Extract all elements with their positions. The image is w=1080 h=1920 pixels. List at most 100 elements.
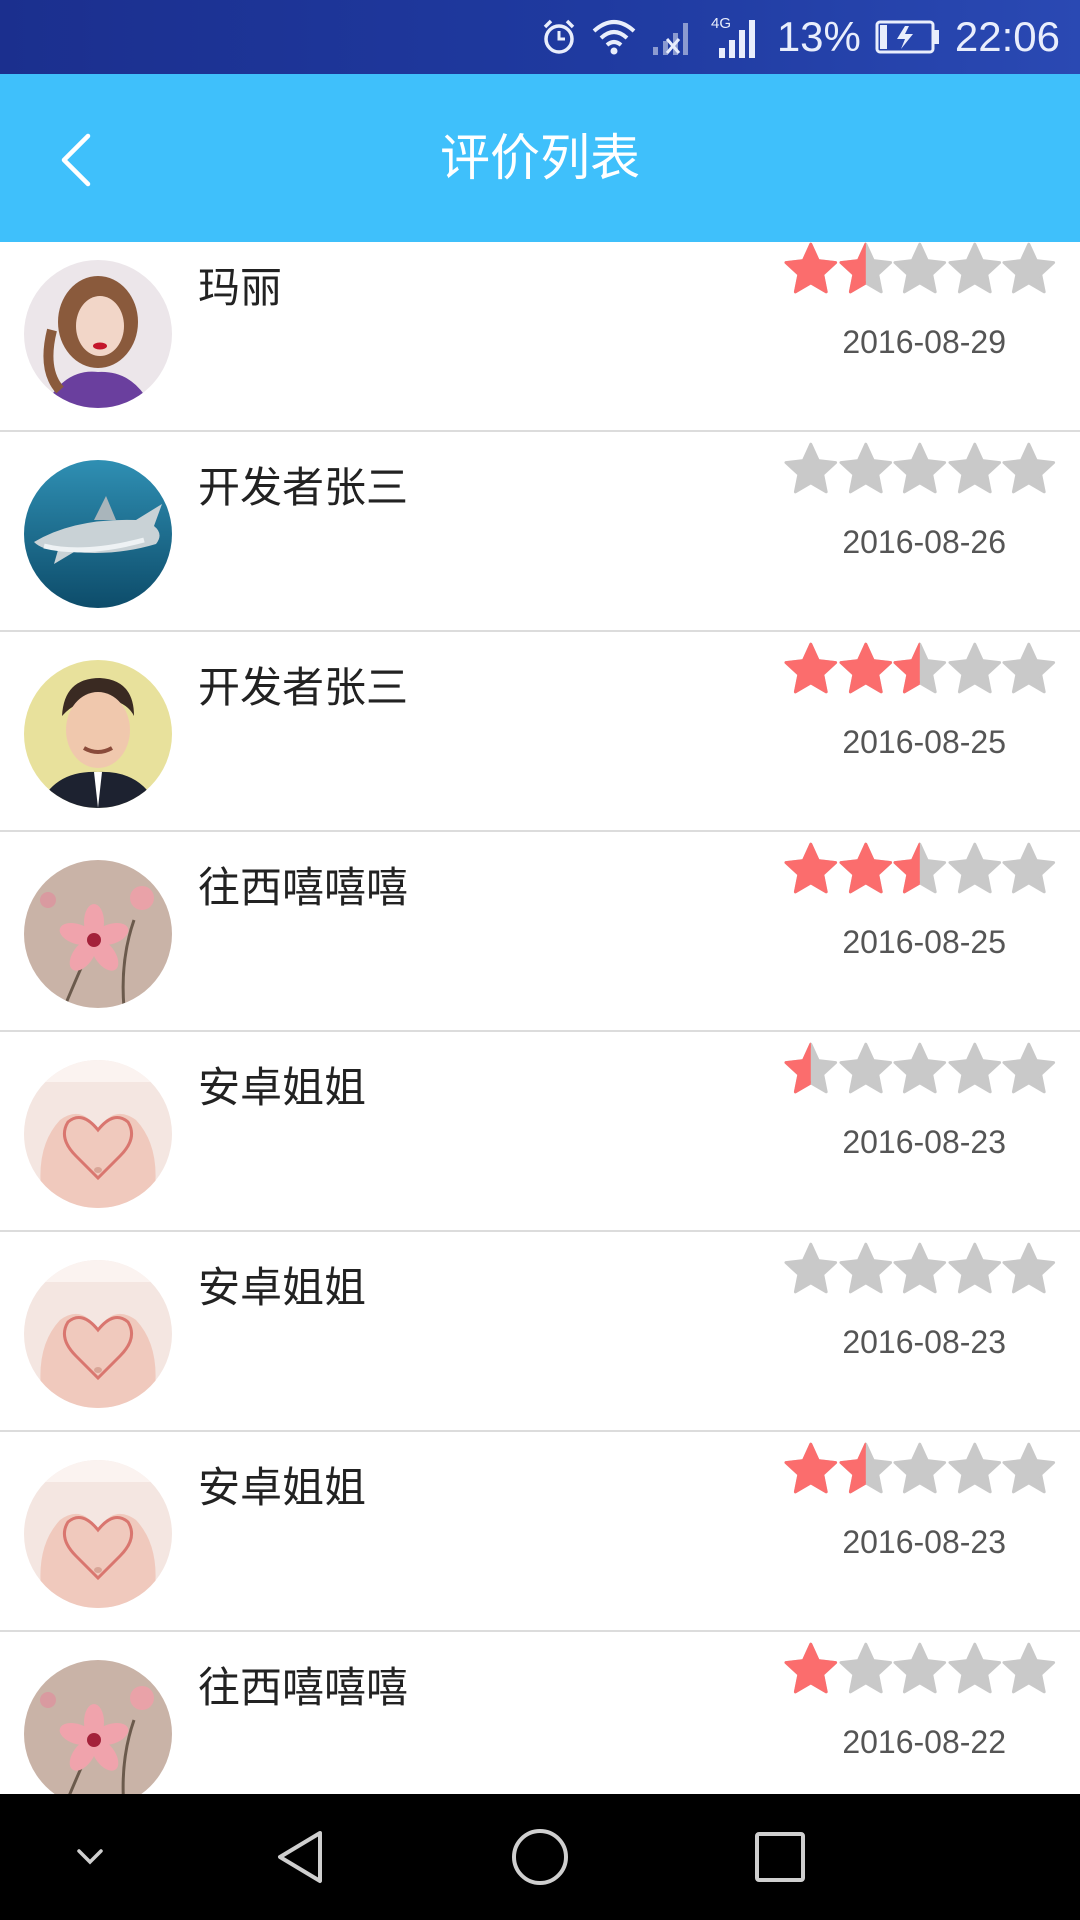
- star-icon: [839, 1442, 892, 1494]
- chevron-down-icon: [77, 1849, 103, 1865]
- signal-4g-icon: 4G: [711, 14, 763, 60]
- home-circle-icon: [512, 1829, 568, 1885]
- rating-stars: [784, 442, 1056, 502]
- system-nav-bar: [0, 1794, 1080, 1920]
- star-icon: [948, 242, 1001, 294]
- star-icon: [784, 1042, 838, 1094]
- star-icon: [784, 1642, 838, 1694]
- rating-stars: [784, 242, 1056, 302]
- review-row[interactable]: 往西嘻嘻嘻 2016-08-25: [0, 832, 1080, 1032]
- star-icon: [948, 642, 1001, 694]
- page-title: 评价列表: [440, 129, 640, 187]
- star-icon: [893, 1242, 947, 1294]
- woman-portrait-avatar: [24, 260, 172, 408]
- star-icon: [893, 642, 947, 694]
- review-date: 2016-08-26: [842, 524, 1006, 560]
- review-date: 2016-08-22: [842, 1724, 1006, 1760]
- rating-stars: [784, 842, 1056, 902]
- app-bar: 评价列表: [0, 74, 1080, 242]
- star-icon: [893, 1442, 947, 1494]
- star-icon: [1002, 1442, 1056, 1494]
- star-icon: [893, 1642, 947, 1694]
- hide-nav-button[interactable]: [30, 1794, 150, 1920]
- rating-stars: [784, 1242, 1056, 1302]
- review-date: 2016-08-29: [842, 324, 1006, 360]
- rating-stars: [784, 642, 1056, 702]
- reviewer-name: 安卓姐姐: [198, 1263, 367, 1312]
- reviewer-name: 开发者张三: [198, 663, 409, 712]
- reviewer-name: 往西嘻嘻嘻: [198, 1663, 409, 1712]
- star-icon: [1002, 442, 1056, 494]
- rating-stars: [784, 1442, 1056, 1502]
- review-date: 2016-08-23: [842, 1324, 1006, 1360]
- nav-back-button[interactable]: [240, 1794, 360, 1920]
- review-row[interactable]: 玛丽 2016-08-29: [0, 242, 1080, 432]
- review-date: 2016-08-25: [842, 724, 1006, 760]
- review-row[interactable]: 安卓姐姐 2016-08-23: [0, 1432, 1080, 1632]
- review-row[interactable]: 开发者张三 2016-08-26: [0, 432, 1080, 632]
- man-portrait-avatar: [24, 660, 172, 808]
- reviewer-name: 开发者张三: [198, 463, 409, 512]
- star-icon: [893, 1042, 947, 1094]
- star-icon: [839, 842, 892, 894]
- review-row[interactable]: 开发者张三 2016-08-25: [0, 632, 1080, 832]
- rating-stars: [784, 1042, 1056, 1102]
- review-row[interactable]: 往西嘻嘻嘻 2016-08-22: [0, 1632, 1080, 1794]
- star-icon: [1002, 242, 1056, 294]
- wifi-icon: [591, 19, 637, 55]
- pink-flower-avatar: [24, 1660, 172, 1794]
- review-row[interactable]: 安卓姐姐 2016-08-23: [0, 1032, 1080, 1232]
- star-icon: [839, 1642, 892, 1694]
- review-date: 2016-08-23: [842, 1124, 1006, 1160]
- nav-home-button[interactable]: [480, 1794, 600, 1920]
- star-icon: [893, 442, 947, 494]
- star-icon: [948, 1442, 1001, 1494]
- star-icon: [839, 242, 892, 294]
- pink-flower-avatar: [24, 860, 172, 1008]
- star-icon: [948, 1042, 1001, 1094]
- star-icon: [893, 842, 947, 894]
- star-icon: [839, 642, 892, 694]
- star-icon: [948, 842, 1001, 894]
- reviewer-name: 安卓姐姐: [198, 1463, 367, 1512]
- reviewer-name: 往西嘻嘻嘻: [198, 863, 409, 912]
- battery-charging-icon: [875, 20, 941, 54]
- star-icon: [948, 1242, 1001, 1294]
- signal-x-icon: [651, 17, 697, 57]
- reviewer-name: 安卓姐姐: [198, 1063, 367, 1112]
- star-icon: [839, 1242, 892, 1294]
- star-icon: [1002, 642, 1056, 694]
- star-icon: [1002, 842, 1056, 894]
- star-icon: [784, 842, 838, 894]
- star-icon: [784, 642, 838, 694]
- network-type-label: 4G: [711, 15, 731, 32]
- star-icon: [893, 242, 947, 294]
- review-row[interactable]: 安卓姐姐 2016-08-23: [0, 1232, 1080, 1432]
- nav-recents-button[interactable]: [720, 1794, 840, 1920]
- star-icon: [839, 1042, 892, 1094]
- reviewer-name: 玛丽: [198, 263, 283, 312]
- status-icons: 4G 13% 22:06: [541, 0, 1060, 74]
- recents-square-icon: [755, 1832, 805, 1882]
- chevron-left-icon: [61, 133, 91, 187]
- star-icon: [1002, 1042, 1056, 1094]
- star-icon: [948, 1642, 1001, 1694]
- star-icon: [784, 242, 838, 294]
- star-icon: [839, 442, 892, 494]
- star-icon: [948, 442, 1001, 494]
- star-icon: [784, 442, 838, 494]
- star-icon: [1002, 1242, 1056, 1294]
- review-date: 2016-08-23: [842, 1524, 1006, 1560]
- star-icon: [1002, 1642, 1056, 1694]
- review-list[interactable]: 玛丽 2016-08-29 开发者张三 2016-08-26 开发者张三 201…: [0, 242, 1080, 1794]
- back-button[interactable]: [36, 120, 116, 200]
- back-triangle-icon: [278, 1831, 322, 1883]
- heart-hands-avatar: [24, 1460, 172, 1608]
- shark-avatar: [24, 460, 172, 608]
- rating-stars: [784, 1642, 1056, 1702]
- star-icon: [784, 1242, 838, 1294]
- clock: 22:06: [954, 13, 1060, 60]
- star-icon: [784, 1442, 838, 1494]
- status-bar: 4G 13% 22:06: [0, 0, 1080, 74]
- review-date: 2016-08-25: [842, 924, 1006, 960]
